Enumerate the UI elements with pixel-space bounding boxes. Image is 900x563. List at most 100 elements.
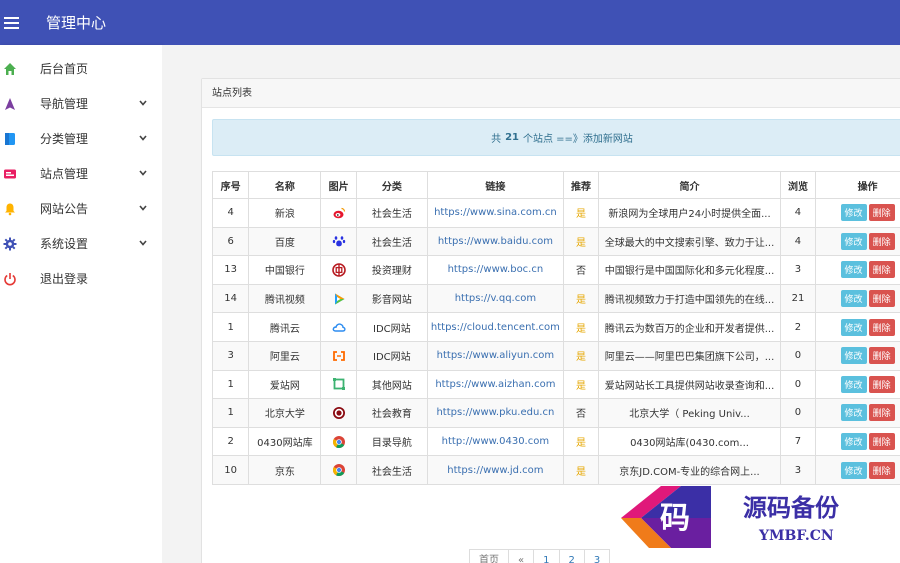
row-id: 14 (211, 283, 250, 314)
row-link[interactable]: https://www.boc.cn (426, 255, 564, 285)
pagination: 首页 « 1 2 3 (469, 549, 611, 563)
row-id: 1 (211, 312, 250, 342)
sidebar-item-logout[interactable]: 退出登录 (0, 261, 162, 296)
table-row: 14 腾讯视频 影音网站 https://v.qq.com 是腾讯视频致力于打造中国领先… (211, 283, 900, 314)
row-actions: 修改 删除 (815, 455, 900, 485)
sidebar-item-label: 导航管理 (40, 97, 89, 111)
sidebar-item-label: 退出登录 (40, 272, 89, 286)
boc-icon (331, 263, 346, 277)
row-name: 爱站网 (248, 369, 322, 400)
table-row: 3 阿里云 IDC网站 https://www.aliyun.com 是阿里云——阿里巴… (211, 340, 900, 371)
delete-button[interactable]: 删除 (868, 433, 895, 451)
delete-button[interactable]: 删除 (868, 318, 895, 336)
row-name: 腾讯云 (248, 312, 322, 342)
edit-button[interactable]: 修改 (840, 404, 867, 422)
row-actions: 修改 删除 (815, 398, 900, 428)
row-id: 4 (211, 198, 250, 228)
row-id: 1 (211, 398, 250, 428)
row-link[interactable]: https://www.pku.edu.cn (426, 398, 564, 428)
sidebar-item-site[interactable]: 站点管理 (0, 156, 162, 191)
row-actions: 修改 删除 (815, 226, 900, 257)
table-header-row: 序号 名称 图片 分类 链接 推荐 简介 浏览 操作 (211, 171, 900, 199)
row-link[interactable]: http://www.0430.com (426, 426, 564, 457)
gear-icon (3, 237, 17, 251)
edit-button[interactable]: 修改 (840, 232, 867, 250)
svg-text:YMBF.CN: YMBF.CN (758, 528, 834, 544)
sidebar-item-settings[interactable]: 系统设置 (0, 226, 162, 261)
page-first[interactable]: 首页 (469, 549, 509, 563)
row-views: 0 (779, 398, 817, 428)
add-site-link[interactable]: 添加新网站 (583, 130, 633, 145)
row-category: 社会生活 (355, 198, 428, 228)
edit-button[interactable]: 修改 (840, 375, 867, 393)
header-id: 序号 (211, 171, 250, 199)
row-id: 6 (211, 226, 250, 257)
edit-button[interactable]: 修改 (840, 347, 867, 365)
row-views: 21 (779, 283, 817, 314)
row-link[interactable]: https://www.jd.com (426, 455, 564, 485)
aizhan-icon (332, 378, 346, 391)
row-recommend: 是 (562, 455, 600, 485)
row-category: 目录导航 (355, 426, 428, 457)
row-image (320, 312, 357, 342)
edit-button[interactable]: 修改 (840, 261, 867, 279)
page-1[interactable]: 1 (533, 549, 560, 563)
count-suffix: 个站点 ==》 (522, 134, 583, 145)
row-link[interactable]: https://cloud.tencent.com (426, 312, 564, 342)
chevron-down-icon (138, 97, 148, 111)
sidebar-item-navigation[interactable]: 导航管理 (0, 86, 162, 121)
header-link: 链接 (426, 171, 564, 199)
sidebar-item-home[interactable]: 后台首页 (0, 51, 162, 86)
delete-button[interactable]: 删除 (868, 204, 895, 222)
table-row: 1 爱站网 其他网站 https://www.aizhan.com 是爱站网站长工具提供… (211, 369, 900, 400)
row-views: 4 (779, 226, 817, 257)
delete-button[interactable]: 删除 (868, 290, 895, 308)
header-name: 名称 (248, 171, 322, 199)
delete-button[interactable]: 删除 (868, 261, 895, 279)
pku-icon (332, 406, 346, 419)
header-category: 分类 (355, 171, 428, 199)
row-description: 京东JD.COM-专业的综合网上... (598, 455, 781, 485)
chevron-down-icon (138, 132, 148, 146)
hamburger-menu-icon[interactable] (4, 15, 28, 31)
row-recommend: 是 (562, 426, 600, 457)
edit-button[interactable]: 修改 (840, 461, 867, 479)
page-3[interactable]: 3 (583, 549, 611, 563)
delete-button[interactable]: 删除 (868, 232, 895, 250)
row-link[interactable]: https://www.aizhan.com (426, 369, 564, 400)
category-icon (3, 132, 17, 146)
delete-button[interactable]: 删除 (868, 347, 895, 365)
edit-button[interactable]: 修改 (840, 318, 867, 336)
edit-button[interactable]: 修改 (840, 433, 867, 451)
edit-button[interactable]: 修改 (840, 204, 867, 222)
row-actions: 修改 删除 (815, 340, 900, 371)
row-description: 全球最大的中文搜索引擎、致力于让... (598, 226, 781, 257)
sidebar-item-announcement[interactable]: 网站公告 (0, 191, 162, 226)
power-icon (3, 272, 17, 286)
row-actions: 修改 删除 (815, 198, 900, 228)
page-prev[interactable]: « (508, 549, 535, 563)
row-link[interactable]: https://www.aliyun.com (426, 340, 564, 371)
chrome-icon (332, 435, 346, 448)
delete-button[interactable]: 删除 (868, 375, 895, 393)
table-row: 1 腾讯云 IDC网站 https://cloud.tencent.com 是腾讯云为数… (211, 312, 900, 342)
edit-button[interactable]: 修改 (840, 290, 867, 308)
count-prefix: 共 (491, 134, 502, 145)
row-link[interactable]: https://v.qq.com (426, 283, 564, 314)
delete-button[interactable]: 删除 (868, 461, 895, 479)
row-description: 阿里云——阿里巴巴集团旗下公司，... (598, 340, 781, 371)
row-id: 3 (211, 340, 250, 371)
table-row: 13 中国银行 投资理财 https://www.boc.cn 否中国银行是中国国际化和… (211, 255, 900, 285)
delete-button[interactable]: 删除 (868, 404, 895, 422)
table-row: 1 北京大学 社会教育 https://www.pku.edu.cn 否北京大学（ Pe… (211, 398, 900, 428)
row-link[interactable]: https://www.baidu.com (426, 226, 564, 257)
header-actions: 操作 (815, 171, 900, 199)
row-category: IDC网站 (355, 312, 428, 342)
row-recommend: 否 (562, 398, 600, 428)
site-count: 21 (505, 132, 519, 143)
sidebar-item-category[interactable]: 分类管理 (0, 121, 162, 156)
home-icon (3, 62, 17, 76)
row-link[interactable]: https://www.sina.com.cn (426, 198, 564, 228)
page-2[interactable]: 2 (558, 549, 585, 563)
row-name: 中国银行 (248, 255, 322, 285)
